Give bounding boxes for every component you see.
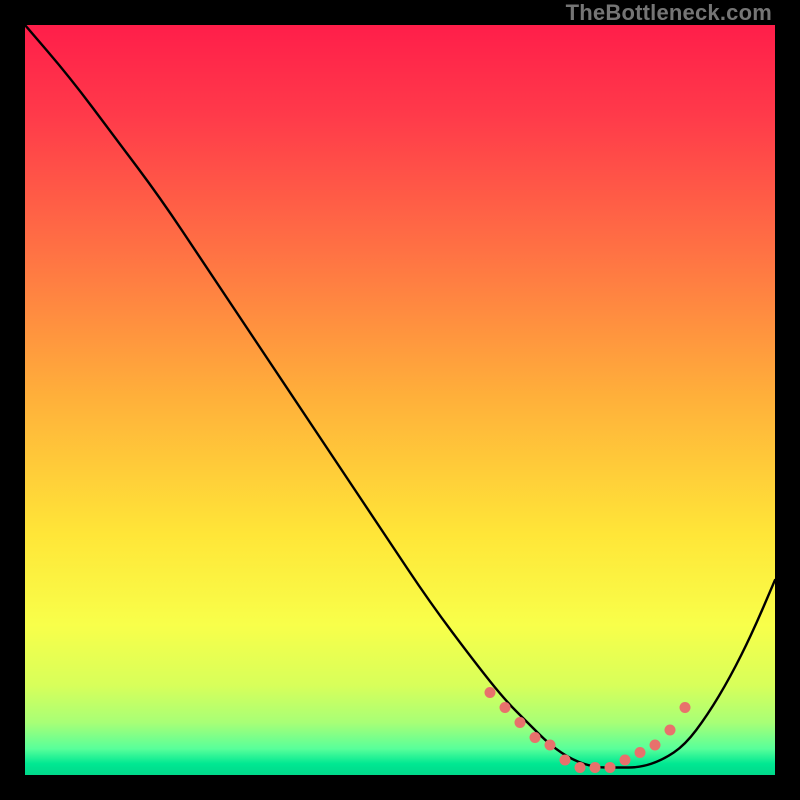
- bottleneck-curve: [25, 25, 775, 775]
- curve-path: [25, 25, 775, 768]
- marker-point: [545, 740, 556, 751]
- marker-point: [680, 702, 691, 713]
- marker-point: [665, 725, 676, 736]
- marker-point: [515, 717, 526, 728]
- chart-frame: TheBottleneck.com: [0, 0, 800, 800]
- watermark-text: TheBottleneck.com: [566, 0, 772, 26]
- marker-point: [560, 755, 571, 766]
- marker-point: [635, 747, 646, 758]
- marker-point: [620, 755, 631, 766]
- marker-point: [500, 702, 511, 713]
- marker-point: [485, 687, 496, 698]
- marker-point: [530, 732, 541, 743]
- plot-area: [25, 25, 775, 775]
- marker-point: [590, 762, 601, 773]
- marker-point: [605, 762, 616, 773]
- marker-point: [650, 740, 661, 751]
- marker-point: [575, 762, 586, 773]
